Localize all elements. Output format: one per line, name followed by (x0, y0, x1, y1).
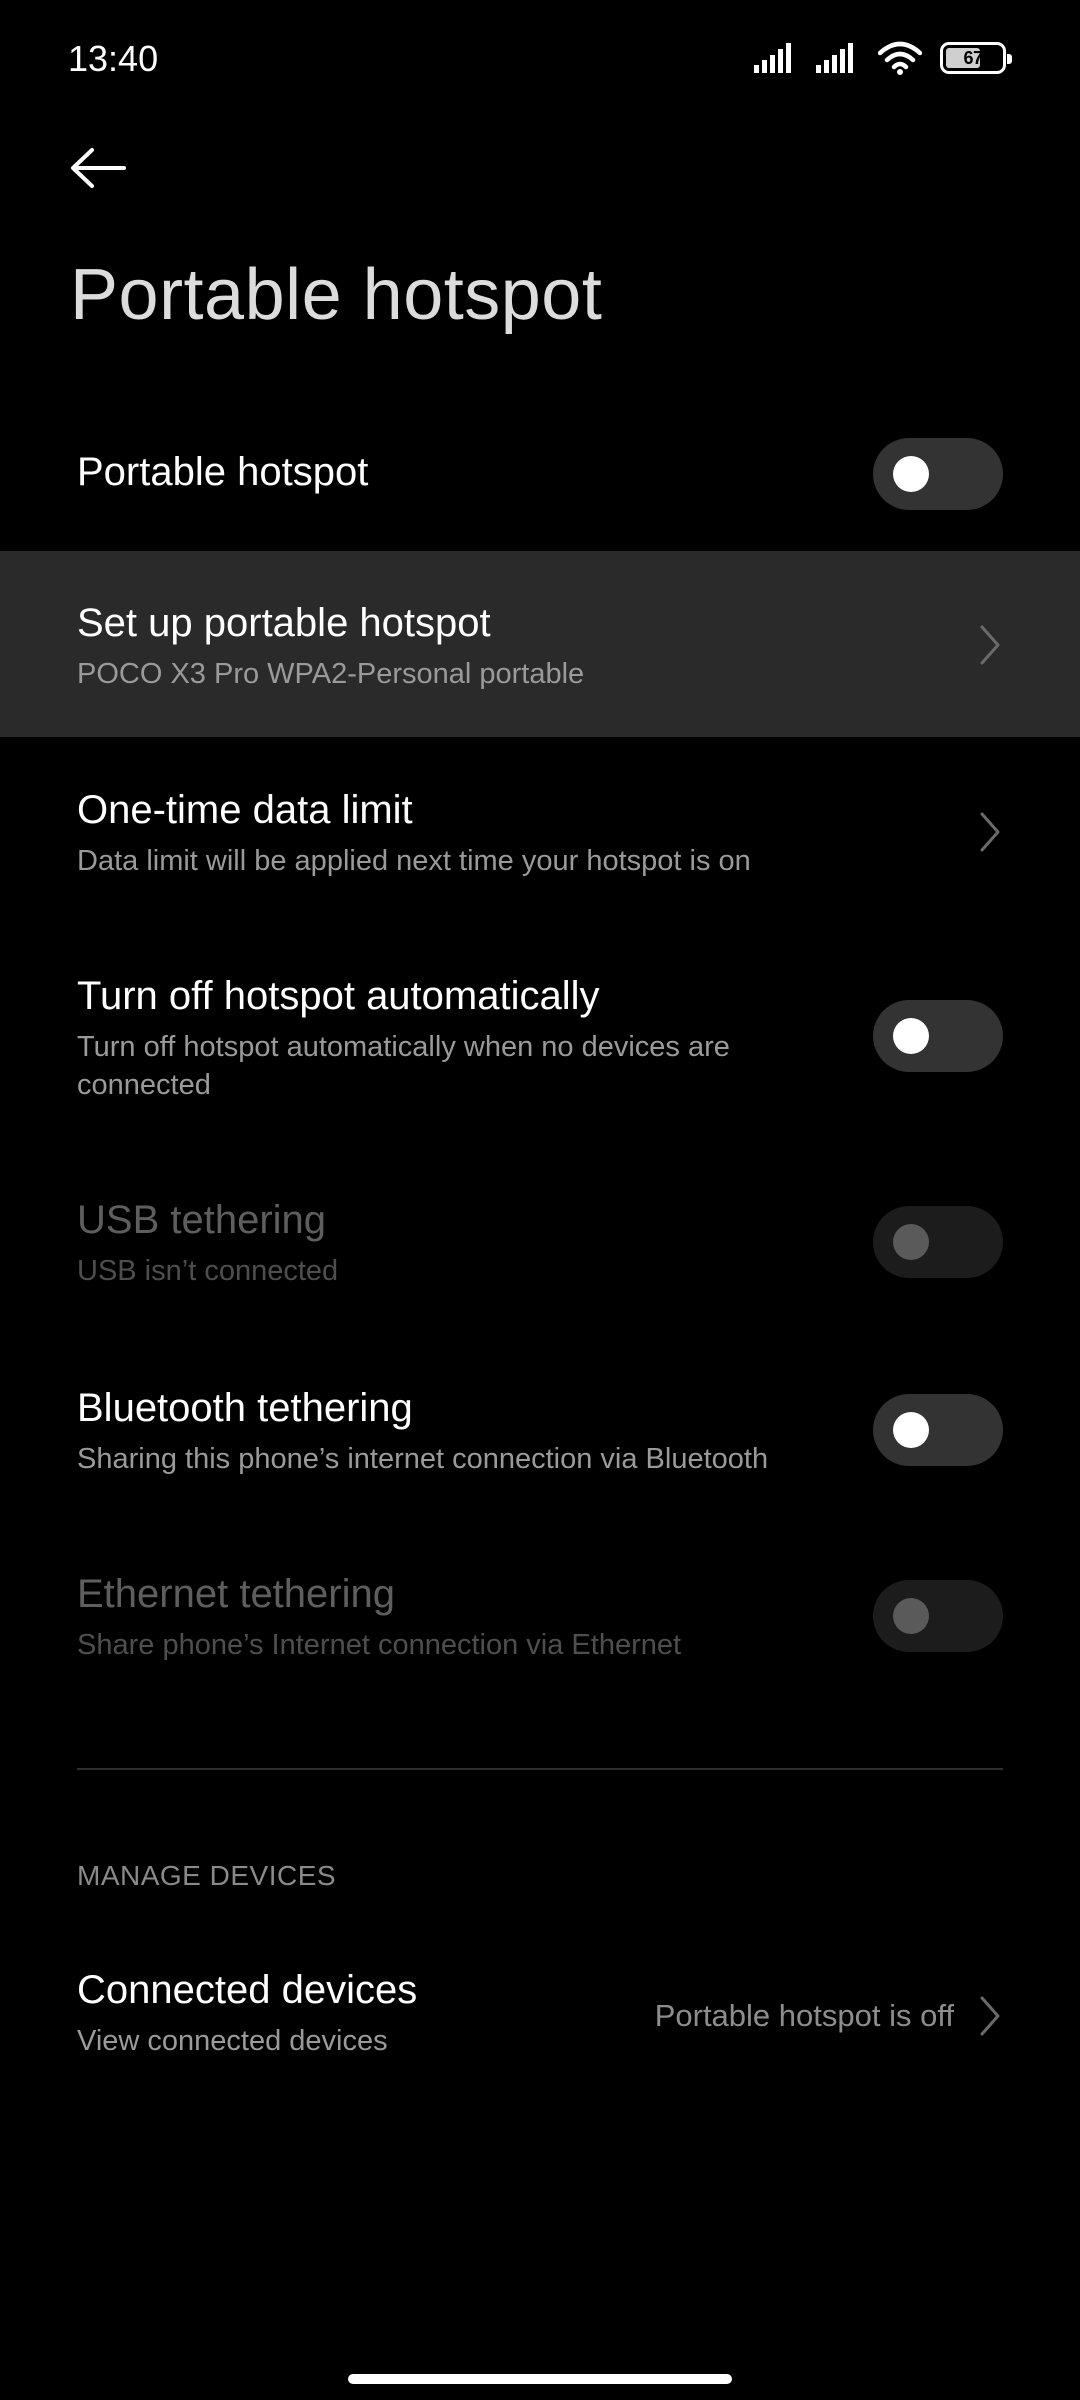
data-limit-subtitle: Data limit will be applied next time you… (77, 845, 751, 877)
chevron-right-icon (980, 812, 1000, 852)
back-button[interactable] (68, 138, 140, 198)
toggle-knob (893, 1598, 929, 1634)
bluetooth-tethering-subtitle: Sharing this phone’s internet connection… (77, 1443, 769, 1475)
bluetooth-tethering-row[interactable]: Bluetooth tethering Sharing this phone’s… (0, 1370, 1080, 1510)
chevron-right-icon (980, 625, 1000, 665)
ethernet-tethering-toggle (873, 1580, 1003, 1652)
portable-hotspot-title: Portable hotspot (77, 450, 369, 494)
setup-hotspot-subtitle: POCO X3 Pro WPA2-Personal portable (77, 658, 585, 690)
ethernet-tethering-subtitle: Share phone’s Internet connection via Et… (77, 1629, 682, 1661)
connected-devices-title: Connected devices (77, 1968, 418, 2012)
screen: 13:40 67 Portable hotspot Portable hotsp… (0, 0, 1080, 2400)
connected-devices-status: Portable hotspot is off (654, 1998, 954, 2033)
setup-hotspot-title: Set up portable hotspot (77, 601, 491, 645)
toggle-knob (893, 1412, 929, 1448)
data-limit-row[interactable]: One-time data limit Data limit will be a… (0, 760, 1080, 900)
data-limit-title: One-time data limit (77, 788, 413, 832)
setup-hotspot-row[interactable]: Set up portable hotspot POCO X3 Pro WPA2… (0, 551, 1080, 737)
chevron-right-icon (980, 1996, 1000, 2036)
auto-off-title: Turn off hotspot automatically (77, 974, 600, 1018)
bluetooth-tethering-toggle[interactable] (873, 1394, 1003, 1466)
status-time: 13:40 (68, 38, 159, 79)
connected-devices-row[interactable]: Connected devices View connected devices… (0, 1950, 1080, 2090)
page-title: Portable hotspot (70, 255, 603, 335)
wifi-icon (878, 41, 922, 75)
auto-off-subtitle: Turn off hotspot automatically when no d… (77, 1031, 730, 1101)
battery-icon: 67 (940, 42, 1012, 74)
battery-percentage: 67 (963, 47, 983, 68)
auto-off-row[interactable]: Turn off hotspot automatically Turn off … (0, 950, 1080, 1130)
arrow-left-icon (71, 148, 126, 188)
signal-icon (754, 43, 791, 73)
divider (77, 1768, 1003, 1770)
usb-tethering-subtitle: USB isn’t connected (77, 1255, 339, 1287)
home-indicator[interactable] (348, 2374, 732, 2384)
auto-off-toggle[interactable] (873, 1000, 1003, 1072)
toggle-knob (893, 1224, 929, 1260)
usb-tethering-toggle (873, 1206, 1003, 1278)
ethernet-tethering-title: Ethernet tethering (77, 1572, 395, 1616)
status-bar: 13:40 67 (0, 0, 1080, 120)
usb-tethering-row: USB tethering USB isn’t connected (0, 1180, 1080, 1320)
portable-hotspot-row[interactable]: Portable hotspot (0, 420, 1080, 530)
toggle-knob (893, 1018, 929, 1054)
portable-hotspot-toggle[interactable] (873, 438, 1003, 510)
manage-devices-header: MANAGE DEVICES (77, 1860, 337, 1891)
usb-tethering-title: USB tethering (77, 1198, 327, 1242)
ethernet-tethering-row: Ethernet tethering Share phone’s Interne… (0, 1558, 1080, 1698)
bluetooth-tethering-title: Bluetooth tethering (77, 1386, 413, 1430)
signal-icon (816, 43, 853, 73)
status-icons: 67 (754, 40, 1012, 76)
toggle-knob (893, 456, 929, 492)
